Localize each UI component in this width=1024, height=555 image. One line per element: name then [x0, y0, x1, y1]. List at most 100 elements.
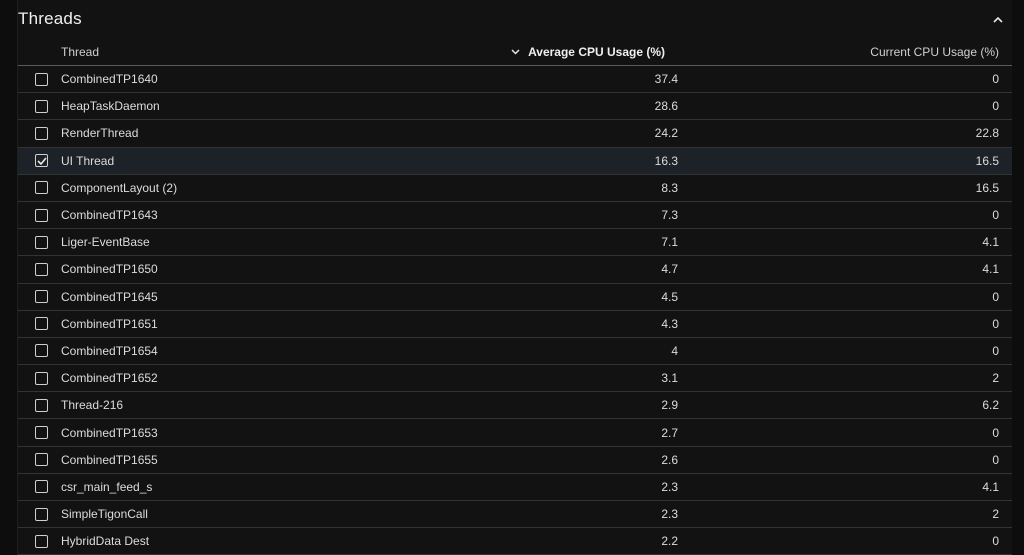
table-header: Thread Average CPU Usage (%) Current CPU… — [18, 38, 1012, 66]
column-header-avg-cpu[interactable]: Average CPU Usage (%) — [378, 45, 665, 59]
table-row[interactable]: Thread-216 2.9 6.2 — [18, 392, 1012, 420]
table-row[interactable]: ComponentLayout (2) 8.3 16.5 — [18, 175, 1012, 202]
current-cpu-value: 6.2 — [982, 398, 999, 413]
table-row[interactable]: HybridData Dest 2.2 0 — [18, 528, 1012, 555]
row-checkbox[interactable] — [35, 398, 48, 412]
avg-cpu-value: 2.2 — [661, 534, 678, 549]
row-checkbox[interactable] — [35, 371, 48, 385]
row-checkbox[interactable] — [35, 480, 48, 494]
avg-cpu-value: 3.1 — [661, 371, 678, 386]
thread-name: CombinedTP1645 — [61, 289, 158, 304]
current-cpu-value: 4.1 — [982, 262, 999, 277]
table-row[interactable]: CombinedTP1655 2.6 0 — [18, 447, 1012, 474]
thread-name: Thread-216 — [61, 398, 124, 413]
current-cpu-value: 22.8 — [975, 126, 999, 141]
thread-name: CombinedTP1654 — [61, 343, 158, 358]
column-header-thread[interactable]: Thread — [18, 45, 378, 59]
avg-cpu-value: 4.3 — [661, 316, 678, 331]
thread-name: HeapTaskDaemon — [61, 99, 160, 114]
table-row[interactable]: CombinedTP1651 4.3 0 — [18, 311, 1012, 338]
threads-panel: Threads Thread Average CPU Usage (%) Cur… — [18, 0, 1012, 555]
avg-cpu-value: 4 — [671, 343, 678, 358]
row-checkbox[interactable] — [35, 126, 48, 140]
current-cpu-value: 4.1 — [982, 479, 999, 494]
thread-name: CombinedTP1643 — [61, 208, 158, 223]
column-header-current-cpu[interactable]: Current CPU Usage (%) — [665, 45, 1012, 59]
row-checkbox[interactable] — [35, 344, 48, 358]
table-row[interactable]: CombinedTP1654 4 0 — [18, 338, 1012, 366]
table-row[interactable]: SimpleTigonCall 2.3 2 — [18, 501, 1012, 529]
row-checkbox[interactable] — [35, 426, 48, 440]
column-header-avg-label: Average CPU Usage (%) — [528, 44, 665, 59]
table-row[interactable]: CombinedTP1653 2.7 0 — [18, 419, 1012, 447]
avg-cpu-value: 2.3 — [661, 479, 678, 494]
current-cpu-value: 0 — [992, 343, 999, 358]
table-row[interactable]: CombinedTP1645 4.5 0 — [18, 284, 1012, 311]
thread-name: csr_main_feed_s — [61, 479, 153, 494]
chevron-up-icon — [993, 16, 1003, 23]
thread-name: SimpleTigonCall — [61, 507, 148, 522]
thread-name: CombinedTP1652 — [61, 371, 158, 386]
avg-cpu-value: 2.7 — [661, 425, 678, 440]
row-checkbox[interactable] — [35, 72, 48, 86]
row-checkbox[interactable] — [35, 208, 48, 222]
panel-header: Threads — [18, 0, 1012, 38]
avg-cpu-value: 2.9 — [661, 398, 678, 413]
current-cpu-value: 0 — [992, 534, 999, 549]
current-cpu-value: 16.5 — [975, 153, 999, 168]
table-row[interactable]: Liger-EventBase 7.1 4.1 — [18, 229, 1012, 257]
avg-cpu-value: 4.7 — [661, 262, 678, 277]
thread-name: Liger-EventBase — [61, 235, 150, 250]
row-checkbox[interactable] — [35, 235, 48, 249]
current-cpu-value: 0 — [992, 452, 999, 467]
avg-cpu-value: 2.6 — [661, 452, 678, 467]
table-row[interactable]: CombinedTP1643 7.3 0 — [18, 202, 1012, 230]
thread-name: RenderThread — [61, 126, 139, 141]
row-checkbox[interactable] — [35, 290, 48, 304]
thread-table-body: CombinedTP1640 37.4 0 HeapTaskDaemon 28.6 0 Re… — [18, 66, 1012, 555]
avg-cpu-value: 16.3 — [654, 153, 678, 168]
row-checkbox[interactable] — [35, 262, 48, 276]
current-cpu-value: 16.5 — [975, 180, 999, 195]
right-gutter — [1012, 0, 1024, 555]
table-row[interactable]: CombinedTP1652 3.1 2 — [18, 365, 1012, 393]
current-cpu-value: 4.1 — [982, 235, 999, 250]
left-gutter — [0, 0, 18, 555]
row-checkbox[interactable] — [35, 99, 48, 113]
row-checkbox[interactable] — [35, 534, 48, 548]
table-row[interactable]: RenderThread 24.2 22.8 — [18, 120, 1012, 148]
avg-cpu-value: 7.1 — [661, 235, 678, 250]
avg-cpu-value: 2.3 — [661, 507, 678, 522]
table-row[interactable]: CombinedTP1640 37.4 0 — [18, 66, 1012, 94]
table-row[interactable]: UI Thread 16.3 16.5 — [18, 147, 1012, 175]
avg-cpu-value: 24.2 — [654, 126, 678, 141]
current-cpu-value: 0 — [992, 289, 999, 304]
current-cpu-value: 0 — [992, 425, 999, 440]
row-checkbox[interactable] — [35, 317, 48, 331]
current-cpu-value: 0 — [992, 72, 999, 87]
thread-name: HybridData Dest — [61, 534, 150, 549]
collapse-button[interactable] — [988, 9, 1008, 29]
thread-name: CombinedTP1640 — [61, 72, 158, 87]
thread-name: CombinedTP1653 — [61, 425, 158, 440]
current-cpu-value: 0 — [992, 316, 999, 331]
row-checkbox[interactable] — [35, 181, 48, 195]
table-row[interactable]: HeapTaskDaemon 28.6 0 — [18, 93, 1012, 121]
row-checkbox[interactable] — [35, 507, 48, 521]
avg-cpu-value: 28.6 — [654, 99, 678, 114]
chevron-down-icon — [511, 48, 520, 55]
current-cpu-value: 0 — [992, 208, 999, 223]
thread-name: UI Thread — [61, 153, 115, 168]
thread-name: CombinedTP1650 — [61, 262, 158, 277]
avg-cpu-value: 8.3 — [661, 180, 678, 195]
current-cpu-value: 2 — [992, 371, 999, 386]
table-row[interactable]: CombinedTP1650 4.7 4.1 — [18, 256, 1012, 284]
row-checkbox[interactable] — [35, 453, 48, 467]
table-row[interactable]: csr_main_feed_s 2.3 4.1 — [18, 474, 1012, 501]
avg-cpu-value: 4.5 — [661, 289, 678, 304]
thread-name: ComponentLayout (2) — [61, 180, 178, 195]
thread-name: CombinedTP1655 — [61, 452, 158, 467]
avg-cpu-value: 37.4 — [654, 72, 678, 87]
row-checkbox[interactable] — [35, 154, 48, 168]
avg-cpu-value: 7.3 — [661, 208, 678, 223]
